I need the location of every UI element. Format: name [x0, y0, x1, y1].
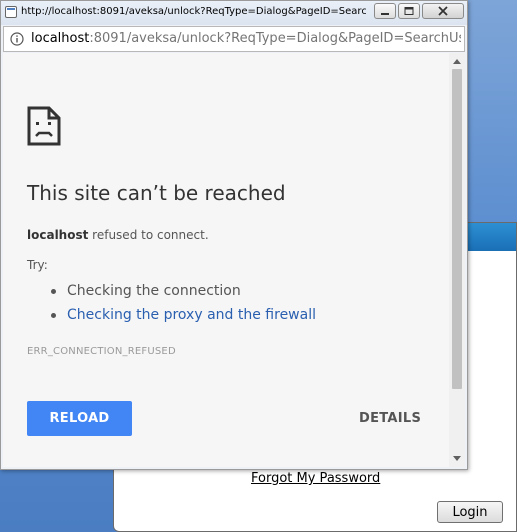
close-icon [438, 6, 448, 16]
maximize-icon [404, 7, 414, 15]
popup-title: http://localhost:8091/aveksa/unlock?ReqT… [21, 6, 366, 17]
details-button[interactable]: DETAILS [359, 401, 421, 436]
error-title: This site can’t be reached [27, 181, 286, 205]
scroll-up-icon[interactable] [453, 59, 461, 64]
sad-document-icon [27, 106, 61, 146]
popup-titlebar[interactable]: http://localhost:8091/aveksa/unlock?ReqT… [1, 1, 467, 25]
try-label: Try: [27, 258, 48, 272]
close-button[interactable] [422, 3, 464, 19]
popup-browser-window: http://localhost:8091/aveksa/unlock?ReqT… [0, 0, 468, 470]
vertical-scrollbar[interactable] [449, 53, 465, 467]
error-message: localhost refused to connect. [27, 228, 209, 242]
window-icon [5, 6, 17, 18]
forgot-password-link[interactable]: Forgot My Password [251, 471, 380, 486]
minimize-icon [381, 13, 389, 15]
error-message-text: refused to connect. [88, 228, 209, 242]
url-text[interactable]: localhost:8091/aveksa/unlock?ReqType=Dia… [31, 31, 461, 46]
error-code: ERR_CONNECTION_REFUSED [27, 346, 176, 357]
address-bar[interactable]: localhost:8091/aveksa/unlock?ReqType=Dia… [3, 26, 465, 52]
error-host: localhost [27, 228, 89, 242]
suggestion-list: Checking the connection Checking the pro… [27, 279, 316, 327]
minimize-button[interactable] [374, 3, 396, 19]
url-path: :8091/aveksa/unlock?ReqType=Dialog&PageI… [89, 31, 461, 46]
scroll-thumb[interactable] [452, 69, 462, 389]
suggestion-check-proxy-link[interactable]: Checking the proxy and the firewall [27, 303, 316, 327]
maximize-button[interactable] [398, 3, 420, 19]
url-host: localhost [31, 31, 90, 46]
login-button[interactable]: Login [437, 501, 503, 523]
info-icon[interactable] [10, 32, 24, 46]
error-page: This site can’t be reached localhost ref… [3, 53, 449, 467]
suggestion-check-connection: Checking the connection [27, 279, 316, 303]
scroll-down-icon[interactable] [453, 456, 461, 461]
reload-button[interactable]: RELOAD [27, 401, 132, 436]
